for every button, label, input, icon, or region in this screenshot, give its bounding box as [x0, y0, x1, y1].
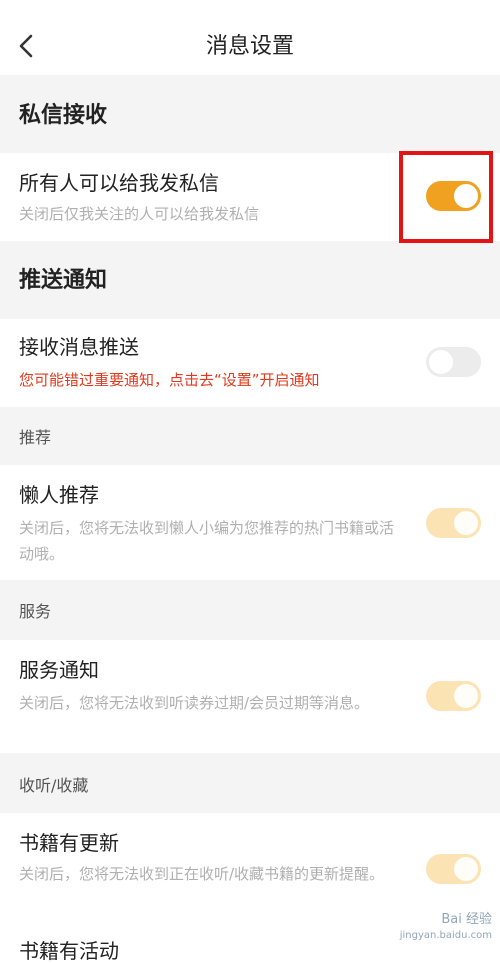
setting-description: 关闭后仅我关注的人可以给我发私信 — [19, 205, 260, 223]
baidu-watermark: Bai 经验 jingyan.baidu.com — [400, 912, 492, 944]
setting-title: 懒人推荐 — [19, 483, 99, 507]
push-disabled-warning[interactable]: 您可能错过重要通知，点击去“设置”开启通知 — [19, 369, 320, 391]
page-title: 消息设置 — [205, 34, 294, 59]
watermark-url: jingyan.baidu.com — [399, 930, 492, 941]
setting-title: 服务通知 — [19, 658, 99, 682]
setting-description: 关闭后，您将无法收到正在收听/收藏书籍的更新提醒。 — [19, 865, 385, 883]
setting-description: 关闭后，您将无法收到听读券过期/会员过期等消息。 — [19, 694, 370, 712]
toggle-knob — [429, 350, 453, 374]
setting-row-lazy-recommend[interactable]: 懒人推荐 关闭后，您将无法收到懒人小编为您推荐的热门书籍或活动哦。 — [0, 465, 500, 580]
top-bar: 消息设置 — [0, 0, 500, 75]
section-header-push: 推送通知 — [0, 241, 500, 319]
setting-title: 书籍有活动 — [19, 939, 119, 963]
watermark-logo-text: Bai 经验 — [441, 912, 492, 927]
setting-title: 书籍有更新 — [19, 831, 119, 855]
section-header-listen-collect: 收听/收藏 — [0, 753, 500, 813]
section-header-recommend: 推荐 — [0, 407, 500, 465]
setting-row-service-notice[interactable]: 服务通知 关闭后，您将无法收到听读券过期/会员过期等消息。 — [0, 640, 500, 753]
highlight-box — [399, 151, 493, 243]
setting-row-receive-push[interactable]: 接收消息推送 您可能错过重要通知，点击去“设置”开启通知 — [0, 319, 500, 407]
toggle-knob — [454, 857, 478, 881]
section-header-service: 服务 — [0, 580, 500, 640]
book-update-toggle[interactable] — [426, 854, 481, 884]
setting-description: 关闭后，您将无法收到懒人小编为您推荐的热门书籍或活动哦。 — [19, 519, 395, 563]
toggle-knob — [454, 511, 478, 535]
setting-title: 所有人可以给我发私信 — [19, 171, 219, 195]
section-header-private-message: 私信接收 — [0, 75, 500, 153]
receive-push-toggle[interactable] — [426, 347, 481, 377]
toggle-knob — [454, 684, 478, 708]
service-notice-toggle[interactable] — [426, 681, 481, 711]
setting-title: 接收消息推送 — [19, 335, 139, 359]
setting-row-book-update[interactable]: 书籍有更新 关闭后，您将无法收到正在收听/收藏书籍的更新提醒。 — [0, 813, 500, 926]
lazy-recommend-toggle[interactable] — [426, 508, 481, 538]
